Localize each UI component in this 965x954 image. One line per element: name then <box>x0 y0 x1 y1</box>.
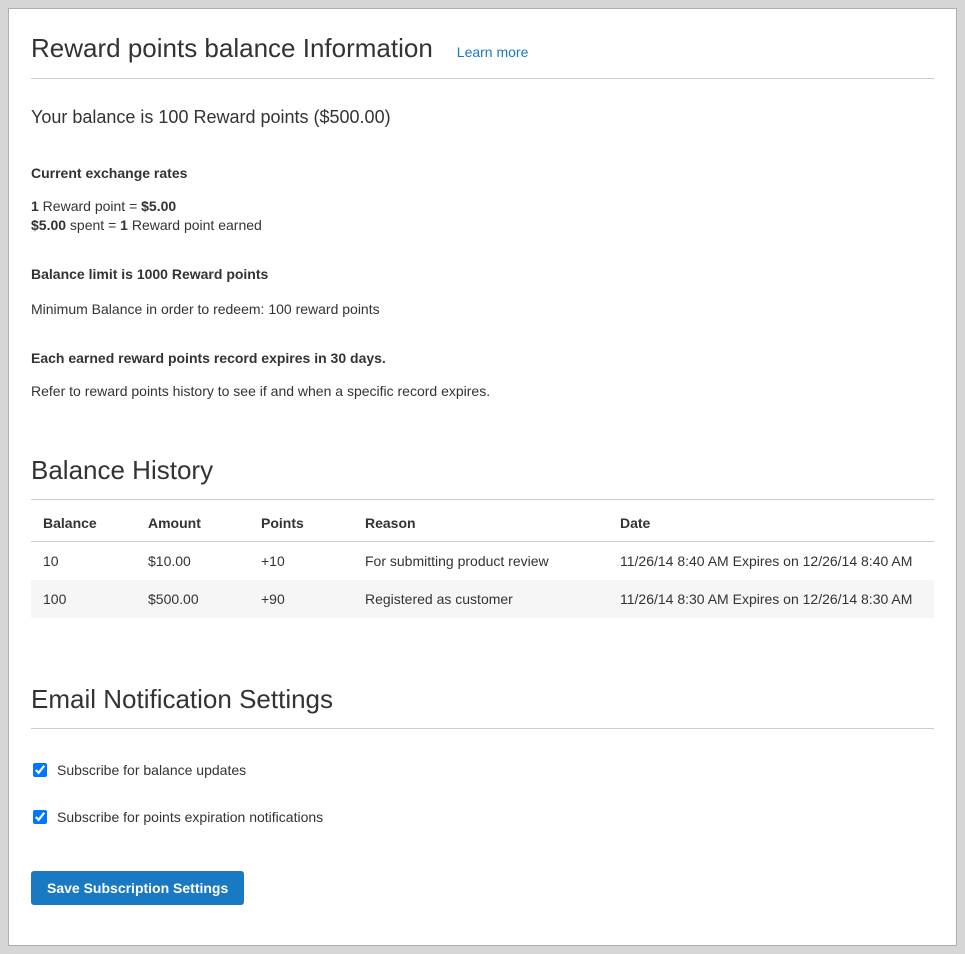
table-row: 10 $10.00 +10 For submitting product rev… <box>31 542 934 581</box>
reward-points-card: Reward points balance Information Learn … <box>8 8 957 946</box>
column-header-reason: Reason <box>355 500 610 542</box>
cell-date: 11/26/14 8:30 AM Expires on 12/26/14 8:3… <box>610 580 934 618</box>
cell-date: 11/26/14 8:40 AM Expires on 12/26/14 8:4… <box>610 542 934 581</box>
minimum-balance-text: Minimum Balance in order to redeem: 100 … <box>31 300 934 319</box>
balance-updates-option[interactable]: Subscribe for balance updates <box>31 762 934 778</box>
cell-points: +10 <box>251 542 355 581</box>
column-header-points: Points <box>251 500 355 542</box>
cell-balance: 10 <box>31 542 138 581</box>
exchange-rate-line-1: 1 Reward point = $5.00 <box>31 197 934 216</box>
column-header-date: Date <box>610 500 934 542</box>
balance-limit-heading: Balance limit is 1000 Reward points <box>31 265 934 284</box>
points-expiration-option[interactable]: Subscribe for points expiration notifica… <box>31 809 934 825</box>
page-title: Reward points balance Information <box>31 33 433 64</box>
expiration-heading: Each earned reward points record expires… <box>31 349 934 368</box>
learn-more-link[interactable]: Learn more <box>457 44 529 60</box>
rate2-points-value: 1 <box>120 217 128 233</box>
rate2-text-suffix: Reward point earned <box>128 217 262 233</box>
balance-history-table: Balance Amount Points Reason Date 10 $10… <box>31 500 934 618</box>
cell-amount: $500.00 <box>138 580 251 618</box>
balance-updates-label: Subscribe for balance updates <box>57 762 246 778</box>
exchange-rate-line-2: $5.00 spent = 1 Reward point earned <box>31 216 934 235</box>
rate2-currency-value: $5.00 <box>31 217 66 233</box>
column-header-amount: Amount <box>138 500 251 542</box>
page-header: Reward points balance Information Learn … <box>31 33 934 79</box>
rate1-text: Reward point = <box>39 198 141 214</box>
cell-reason: Registered as customer <box>355 580 610 618</box>
column-header-balance: Balance <box>31 500 138 542</box>
exchange-rates-heading: Current exchange rates <box>31 164 934 183</box>
save-subscription-settings-button[interactable]: Save Subscription Settings <box>31 871 244 905</box>
cell-amount: $10.00 <box>138 542 251 581</box>
email-settings-title: Email Notification Settings <box>31 684 934 729</box>
cell-reason: For submitting product review <box>355 542 610 581</box>
balance-history-title: Balance History <box>31 455 934 500</box>
table-header-row: Balance Amount Points Reason Date <box>31 500 934 542</box>
rate2-text: spent = <box>66 217 120 233</box>
points-expiration-checkbox[interactable] <box>33 810 47 824</box>
balance-summary: Your balance is 100 Reward points ($500.… <box>31 107 934 128</box>
points-expiration-label: Subscribe for points expiration notifica… <box>57 809 323 825</box>
cell-balance: 100 <box>31 580 138 618</box>
balance-updates-checkbox[interactable] <box>33 763 47 777</box>
rate1-points-value: 1 <box>31 198 39 214</box>
expiration-note: Refer to reward points history to see if… <box>31 382 934 401</box>
table-row: 100 $500.00 +90 Registered as customer 1… <box>31 580 934 618</box>
rate1-currency-value: $5.00 <box>141 198 176 214</box>
cell-points: +90 <box>251 580 355 618</box>
